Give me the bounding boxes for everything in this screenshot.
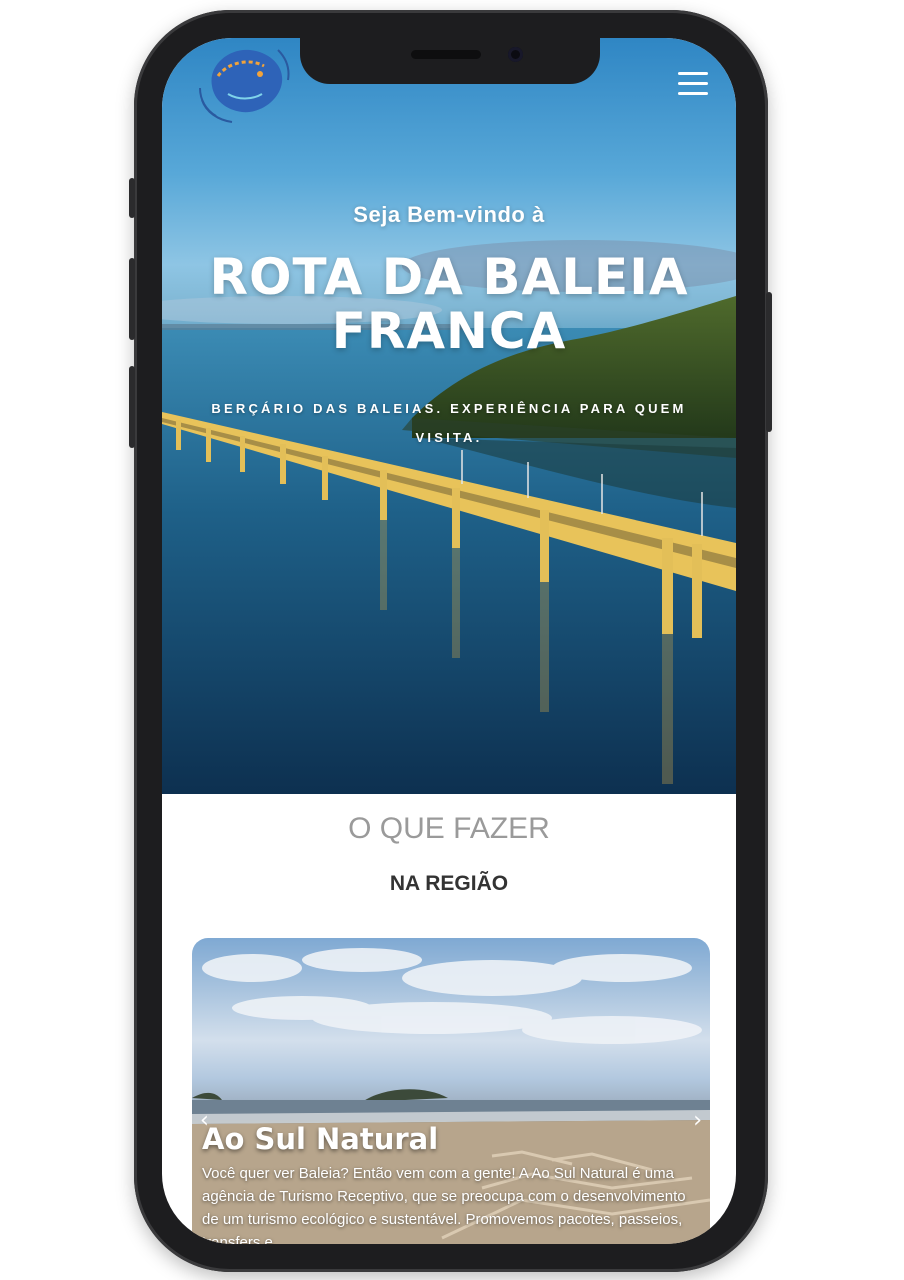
section-subtitle: NA REGIÃO — [389, 872, 509, 895]
phone-screen: Seja Bem-vindo à ROTA DA BALEIA FRANCA B… — [162, 38, 736, 1244]
phone-volume-up-button — [129, 258, 135, 340]
section-title: O QUE FAZER — [348, 812, 550, 845]
hero-title-line-2: FRANCA — [331, 302, 567, 360]
phone-power-button — [766, 292, 772, 432]
phone-volume-down-button — [129, 366, 135, 448]
hero-title-line-1: ROTA DA BALEIA — [209, 248, 689, 306]
activity-card[interactable]: ‹ › Ao Sul Natural Você quer ver Baleia?… — [192, 938, 710, 1244]
hero-banner: Seja Bem-vindo à ROTA DA BALEIA FRANCA B… — [162, 38, 736, 794]
phone-notch — [300, 38, 600, 84]
whale-logo-icon[interactable] — [198, 40, 290, 124]
welcome-text: Seja Bem-vindo à — [353, 202, 545, 227]
chevron-right-icon[interactable]: › — [693, 1108, 702, 1133]
hamburger-menu-icon[interactable] — [678, 70, 710, 98]
card-title: Ao Sul Natural — [202, 1122, 439, 1156]
front-camera-icon — [508, 47, 523, 62]
hero-title: ROTA DA BALEIA FRANCA — [162, 250, 736, 358]
phone-side-button — [129, 178, 135, 218]
card-description: Você quer ver Baleia? Então vem com a ge… — [202, 1165, 686, 1244]
hero-subtitle: BERÇÁRIO DAS BALEIAS. EXPERIÊNCIA PARA Q… — [211, 401, 687, 445]
speaker-grille — [411, 50, 481, 59]
